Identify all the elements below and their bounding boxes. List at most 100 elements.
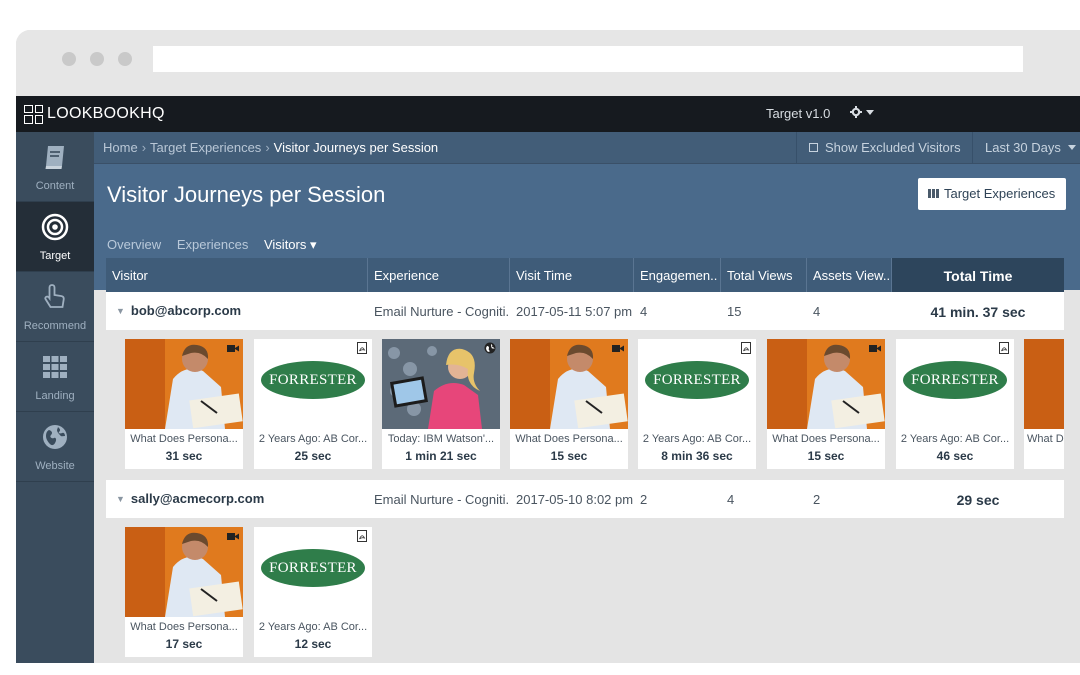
asset-card[interactable]: FORRESTER 2 Years Ago: AB Cor... 25 sec [254, 339, 372, 469]
column-header-engagement[interactable]: Engagemen.. [634, 258, 721, 292]
asset-time: 17 sec [165, 637, 203, 651]
pdf-thumbnail: FORRESTER [254, 527, 372, 617]
asset-title: What Does Persona... [515, 433, 623, 445]
sidebar: Content Target Recommend Landing Website [16, 132, 94, 663]
browser-window: LOOKBOOKHQ Target v1.0 Content Target Re… [16, 30, 1080, 663]
caret-down-icon [865, 110, 874, 115]
caret-down-icon[interactable]: ▼ [116, 494, 125, 504]
breadcrumb-home[interactable]: Home [103, 140, 138, 155]
asset-time: 15 sec [807, 449, 845, 463]
column-header-total-time[interactable]: Total Time [892, 258, 1064, 292]
asset-card[interactable]: What Does Persona... 15 sec [767, 339, 885, 469]
visitor-cell[interactable]: ▼ sally@acmecorp.com [116, 491, 264, 506]
asset-title: What Does Persona... [772, 433, 880, 445]
video-thumbnail [510, 339, 628, 429]
video-thumbnail [767, 339, 885, 429]
asset-card[interactable]: FORRESTER 2 Years Ago: AB Cor... 8 min 3… [638, 339, 756, 469]
date-range-dropdown[interactable]: Last 30 Days [972, 132, 1080, 164]
target-icon [41, 213, 69, 241]
forrester-logo: FORRESTER [261, 549, 365, 587]
table-header: Visitor Experience Visit Time Engagemen.… [106, 258, 1064, 292]
video-camera-icon [227, 533, 239, 540]
sidebar-item-label: Website [35, 460, 75, 472]
sidebar-item-label: Content [35, 180, 75, 192]
video-thumbnail [125, 527, 243, 617]
asset-title: 2 Years Ago: AB Cor... [258, 433, 368, 445]
grid-icon [43, 356, 67, 378]
column-header-total-views[interactable]: Total Views [721, 258, 807, 292]
asset-time: 31 sec [165, 449, 203, 463]
asset-time: 1 min 21 sec [405, 449, 477, 463]
visitor-email: sally@acmecorp.com [130, 491, 265, 506]
asset-strip: What Does Persona... 17 sec FORRESTER 2 … [106, 518, 1064, 663]
forrester-logo: FORRESTER [261, 361, 365, 399]
logo-text: LOOKBOOKHQ [47, 105, 165, 122]
tab-overview[interactable]: Overview [107, 237, 161, 252]
total-views-cell: 15 [727, 304, 742, 319]
table-row[interactable]: ▼ bob@abcorp.com Email Nurture - Cogniti.… [106, 292, 1064, 330]
pdf-thumbnail: FORRESTER [638, 339, 756, 429]
tab-visitors[interactable]: Visitors ▾ [264, 237, 317, 252]
globe-icon [43, 425, 67, 449]
asset-title: What D [1027, 433, 1064, 445]
asset-card[interactable]: Today: IBM Watson'... 1 min 21 sec [382, 339, 500, 469]
show-excluded-toggle[interactable]: Show Excluded Visitors [796, 132, 972, 164]
window-minimize-dot[interactable] [90, 52, 104, 66]
caret-down-icon[interactable]: ▼ [116, 306, 125, 316]
pdf-icon [357, 530, 367, 542]
sidebar-item-landing[interactable]: Landing [16, 342, 94, 412]
sidebar-item-recommend[interactable]: Recommend [16, 272, 94, 342]
asset-card[interactable]: FORRESTER 2 Years Ago: AB Cor... 46 sec [896, 339, 1014, 469]
column-header-visitor[interactable]: Visitor [106, 258, 368, 292]
total-views-cell: 4 [727, 492, 735, 507]
column-header-experience[interactable]: Experience [368, 258, 510, 292]
tab-experiences[interactable]: Experiences [177, 237, 249, 252]
sidebar-item-website[interactable]: Website [16, 412, 94, 482]
visitor-cell[interactable]: ▼ bob@abcorp.com [116, 303, 241, 318]
pdf-icon [357, 342, 367, 354]
product-version[interactable]: Target v1.0 [766, 106, 830, 121]
asset-card[interactable]: What Does Persona... 17 sec [125, 527, 243, 657]
asset-title: 2 Years Ago: AB Cor... [258, 621, 368, 633]
asset-card[interactable]: What Does Persona... 31 sec [125, 339, 243, 469]
sidebar-item-target[interactable]: Target [16, 202, 94, 272]
app-logo[interactable]: LOOKBOOKHQ [24, 104, 165, 124]
settings-menu[interactable] [850, 105, 874, 120]
asset-card[interactable]: What Does Persona... 15 sec [510, 339, 628, 469]
column-header-assets-viewed[interactable]: Assets View.. [807, 258, 892, 292]
web-thumbnail [382, 339, 500, 429]
assets-viewed-cell: 2 [813, 492, 821, 507]
sub-navigation: Overview Experiences Visitors ▾ [107, 237, 329, 253]
logo-grid-icon [24, 104, 43, 124]
visit-time-cell: 2017-05-11 5:07 pm [516, 304, 633, 319]
book-icon [45, 146, 64, 169]
asset-card[interactable]: FORRESTER 2 Years Ago: AB Cor... 12 sec [254, 527, 372, 657]
video-camera-icon [612, 345, 624, 352]
pdf-icon [999, 342, 1009, 354]
visit-time-cell: 2017-05-10 8:02 pm [516, 492, 634, 507]
column-header-visit-time[interactable]: Visit Time [510, 258, 634, 292]
video-thumbnail [125, 339, 243, 429]
breadcrumb-separator: › [265, 140, 270, 155]
breadcrumb-target-experiences[interactable]: Target Experiences [150, 140, 261, 155]
address-bar[interactable] [153, 46, 1023, 72]
window-close-dot[interactable] [62, 52, 76, 66]
engagement-cell: 2 [640, 492, 648, 507]
table-row[interactable]: ▼ sally@acmecorp.com Email Nurture - Cogn… [106, 480, 1064, 518]
checkbox-icon[interactable] [809, 143, 818, 152]
asset-time: 15 sec [550, 449, 588, 463]
pdf-icon [741, 342, 751, 354]
breadcrumb: Home › Target Experiences › Visitor Journeys… [103, 140, 438, 155]
window-maximize-dot[interactable] [118, 52, 132, 66]
asset-title: Today: IBM Watson'... [387, 433, 495, 445]
asset-card[interactable]: What D [1024, 339, 1064, 469]
hand-pointer-icon [44, 284, 65, 308]
sidebar-item-label: Landing [35, 390, 75, 402]
breadcrumb-current: Visitor Journeys per Session [273, 140, 439, 155]
total-time-cell: 29 sec [956, 492, 1000, 508]
assets-viewed-cell: 4 [813, 304, 821, 319]
target-experiences-button[interactable]: Target Experiences [918, 178, 1066, 210]
sidebar-item-content[interactable]: Content [16, 132, 94, 202]
browser-chrome [16, 30, 1080, 96]
asset-title: 2 Years Ago: AB Cor... [642, 433, 752, 445]
